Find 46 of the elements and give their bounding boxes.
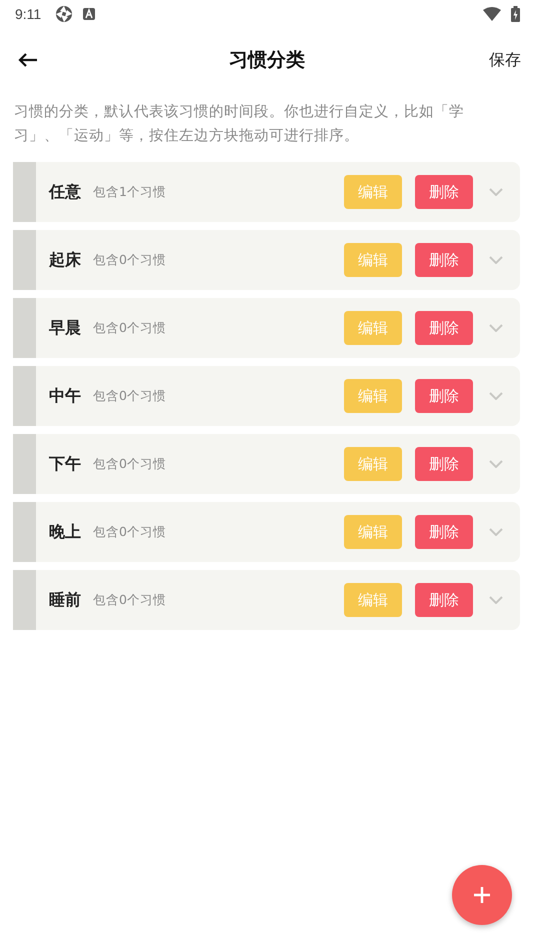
page-title: 习惯分类 — [229, 48, 305, 73]
wifi-icon — [483, 7, 501, 21]
habit-count: 包含0个习惯 — [93, 388, 166, 404]
category-name: 起床 — [49, 250, 81, 270]
drag-handle[interactable] — [13, 570, 36, 630]
save-button[interactable]: 保存 — [489, 50, 521, 70]
drag-handle[interactable] — [13, 502, 36, 562]
category-name: 晚上 — [49, 522, 81, 542]
drag-handle[interactable] — [13, 162, 36, 222]
chevron-icon[interactable] — [489, 324, 503, 332]
habit-count: 包含0个习惯 — [93, 456, 166, 472]
delete-button[interactable]: 删除 — [415, 311, 473, 345]
plus-icon — [473, 886, 491, 904]
habit-count: 包含0个习惯 — [93, 320, 166, 336]
category-name: 任意 — [49, 182, 81, 202]
delete-button[interactable]: 删除 — [415, 175, 473, 209]
category-name: 早晨 — [49, 318, 81, 338]
chevron-icon[interactable] — [489, 596, 503, 604]
chevron-icon[interactable] — [489, 460, 503, 468]
category-name: 下午 — [49, 454, 81, 474]
drag-handle[interactable] — [13, 366, 36, 426]
category-name: 中午 — [49, 386, 81, 406]
delete-button[interactable]: 删除 — [415, 515, 473, 549]
delete-button[interactable]: 删除 — [415, 243, 473, 277]
battery-icon — [511, 6, 520, 22]
category-name: 睡前 — [49, 590, 81, 610]
habit-count: 包含0个习惯 — [93, 592, 166, 608]
chevron-icon[interactable] — [489, 528, 503, 536]
delete-button[interactable]: 删除 — [415, 583, 473, 617]
habit-count: 包含0个习惯 — [93, 252, 166, 268]
description-text: 习惯的分类，默认代表该习惯的时间段。你也进行自定义，比如「学习」、「运动」等，按住左边方块拖动可进行排序。 — [14, 102, 465, 146]
app-notification-icon — [55, 5, 74, 23]
chevron-icon[interactable] — [489, 256, 503, 264]
delete-button[interactable]: 删除 — [415, 447, 473, 481]
drag-handle[interactable] — [13, 230, 36, 290]
habit-count: 包含1个习惯 — [93, 184, 166, 200]
add-button[interactable] — [452, 865, 512, 925]
text-notification-icon — [83, 8, 96, 20]
drag-handle[interactable] — [13, 434, 36, 494]
back-arrow-icon — [18, 52, 38, 68]
drag-handle[interactable] — [13, 298, 36, 358]
chevron-icon[interactable] — [489, 188, 503, 196]
delete-button[interactable]: 删除 — [415, 379, 473, 413]
chevron-icon[interactable] — [489, 392, 503, 400]
status-time: 9:11 — [15, 6, 42, 22]
habit-count: 包含0个习惯 — [93, 524, 166, 540]
